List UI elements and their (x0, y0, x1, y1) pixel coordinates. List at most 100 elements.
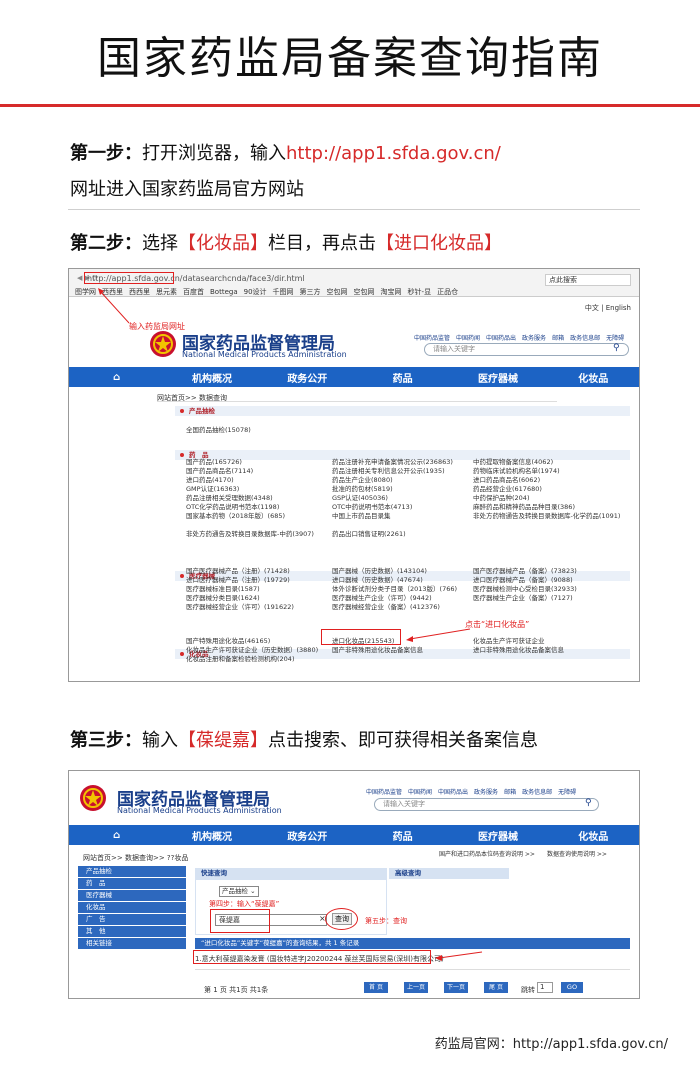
sampling-item[interactable]: 全国药品抽检(15078) (186, 426, 251, 435)
bookmark-item[interactable]: 第三方 (300, 288, 321, 296)
database-link[interactable]: 药品生产企业(8080) (332, 476, 453, 485)
nav-item[interactable]: 医疗器械 (450, 370, 545, 385)
database-link[interactable]: 药品经营企业(617680) (473, 485, 620, 494)
browser-search[interactable]: 点此搜索 (545, 274, 631, 286)
header-link[interactable]: 政务服务 (474, 789, 498, 796)
sub-links[interactable]: 国产和进口药品本位码查询说明 >> 数据查询使用说明 >> (439, 849, 607, 858)
database-link[interactable]: 医疗器械生产企业（许可）(9442) (332, 594, 457, 603)
nav-item[interactable]: 政务公开 (260, 370, 355, 385)
database-link[interactable]: 进口医疗器械产品（备案）(9088) (473, 576, 577, 585)
bookmark-item[interactable]: 秒针-显 (408, 288, 432, 296)
lang-switch[interactable]: 中文 | English (585, 303, 631, 313)
database-link[interactable]: 批准的药包材(5819) (332, 485, 453, 494)
database-link[interactable]: 进口医疗器械产品（注册）(19729) (186, 576, 294, 585)
pager-button[interactable]: 尾 页 (484, 982, 508, 993)
nav-item[interactable]: 药品 (355, 828, 450, 843)
sidebar-item[interactable]: 广 告 (78, 914, 186, 925)
database-link[interactable]: 中药提取物备案信息(4062) (473, 458, 620, 467)
database-link[interactable]: 进口非特殊用途化妆品备案信息 (473, 646, 564, 655)
database-link[interactable]: 医疗器械生产企业（备案）(7127) (473, 594, 577, 603)
bookmark-item[interactable]: 空包网 (327, 288, 348, 296)
search-icon[interactable]: ⚲ (585, 798, 592, 808)
database-link[interactable]: 药品注册相关专利信息公开公示(1935) (332, 467, 453, 476)
search-icon[interactable]: ⚲ (613, 343, 620, 353)
database-link[interactable]: OTC化学药品说明书范本(1198) (186, 503, 314, 512)
step1-url[interactable]: http://app1.sfda.gov.cn/ (286, 143, 501, 164)
category-select[interactable]: 产品抽检 ⌄ (219, 886, 259, 897)
bookmark-item[interactable]: Bottega (210, 288, 238, 296)
database-link[interactable]: 国产特殊用途化妆品(46165) (186, 637, 318, 646)
database-link[interactable]: 化妆品注册和备案检验检测机构(204) (186, 655, 318, 664)
database-link[interactable]: 体外诊断试剂分类子目录（2013版）(766) (332, 585, 457, 594)
database-link[interactable]: 国产器械（历史数据）(143104) (332, 567, 457, 576)
database-link[interactable]: 药品注册相关受理数据(4348) (186, 494, 314, 503)
database-link[interactable]: 化妆品生产许可获证企业（历史数据）(3880) (186, 646, 318, 655)
database-link[interactable]: 国产医疗器械产品（备案）(73823) (473, 567, 577, 576)
database-link[interactable]: 药品注册补充申请备案情况公示(236863) (332, 458, 453, 467)
header-link[interactable]: 中国药品监管 (366, 789, 402, 796)
database-link[interactable]: 药物临床试验机构名单(1974) (473, 467, 620, 476)
header-link[interactable]: 中国药闻 (408, 789, 432, 796)
nav-item[interactable]: 化妆品 (546, 828, 639, 843)
sidebar-item[interactable]: 相关链接 (78, 938, 186, 949)
nav-item[interactable]: 药品 (355, 370, 450, 385)
database-link[interactable]: 医疗器械分类目录(1624) (186, 594, 294, 603)
header-link[interactable]: 邮箱 (552, 335, 564, 342)
header-link[interactable]: 邮箱 (504, 789, 516, 796)
header-link[interactable]: 无障碍 (558, 789, 576, 796)
sidebar-item[interactable]: 化妆品 (78, 902, 186, 913)
database-link[interactable]: 医疗器械检测中心受检目录(32933) (473, 585, 577, 594)
header-link[interactable]: 政务信息邮 (570, 335, 600, 342)
database-link[interactable]: GMP认证(16363) (186, 485, 314, 494)
database-link[interactable]: 国家基本药物（2018年版）(685) (186, 512, 314, 521)
database-link[interactable]: 进口药品商品名(6062) (473, 476, 620, 485)
jump-input[interactable]: 1 (537, 982, 553, 993)
database-link[interactable]: 国产非特殊用途化妆品备案信息 (332, 646, 423, 655)
header-link[interactable]: 中国药品监管 (414, 335, 450, 342)
nav-item[interactable]: 医疗器械 (450, 828, 545, 843)
database-link[interactable]: 麻醉药品和精神药品品种目录(386) (473, 503, 620, 512)
database-link[interactable]: 国产医疗器械产品（注册）(71428) (186, 567, 294, 576)
nav-item[interactable]: 政务公开 (260, 828, 355, 843)
sidebar-item[interactable]: 医疗器械 (78, 890, 186, 901)
database-link[interactable]: 药品出口销售证明(2261) (332, 530, 453, 539)
database-link[interactable]: 非处方药物通告及转换目录数据库-化学药品(1091) (473, 512, 620, 521)
database-link[interactable]: 医疗器械经营企业（备案）(412376) (332, 603, 457, 612)
database-link[interactable]: 进口药品(4170) (186, 476, 314, 485)
database-link[interactable]: 进口器械（历史数据）(47674) (332, 576, 457, 585)
database-link[interactable]: 化妆品生产许可获证企业 (473, 637, 564, 646)
bookmark-item[interactable]: 千图网 (273, 288, 294, 296)
database-link[interactable]: 非处方药通告及转换目录数据库-中药(3907) (186, 530, 314, 539)
home-icon[interactable]: ⌂ (69, 830, 164, 841)
nav-item[interactable]: 机构概况 (164, 828, 259, 843)
database-link[interactable]: OTC中药说明书范本(4713) (332, 503, 453, 512)
bookmark-item[interactable]: 淘宝网 (381, 288, 402, 296)
bookmark-item[interactable]: 空包网 (354, 288, 375, 296)
nav-item[interactable]: 机构概况 (164, 370, 259, 385)
home-icon[interactable]: ⌂ (69, 372, 164, 383)
pager-button[interactable]: 首 页 (364, 982, 388, 993)
database-link[interactable]: 中药保护品种(204) (473, 494, 620, 503)
sidebar-item[interactable]: 产品抽检 (78, 866, 186, 877)
database-link[interactable]: 医疗器械标准目录(1587) (186, 585, 294, 594)
database-link[interactable]: 医疗器械经营企业（许可）(191622) (186, 603, 294, 612)
sidebar-item[interactable]: 药 品 (78, 878, 186, 889)
pager-button[interactable]: 上一页 (404, 982, 428, 993)
header-link[interactable]: 政务服务 (522, 335, 546, 342)
bookmark-item[interactable]: 正品仓 (437, 288, 458, 296)
database-link[interactable]: 国产药品(165726) (186, 458, 314, 467)
site-search-input[interactable]: 请输入关键字 (374, 798, 599, 811)
bookmark-item[interactable]: 思元素 (156, 288, 177, 296)
header-link[interactable]: 政务信息邮 (522, 789, 552, 796)
header-link[interactable]: 中国药品出 (438, 789, 468, 796)
header-link[interactable]: 中国药品出 (486, 335, 516, 342)
database-link[interactable]: 中国上市药品目录集 (332, 512, 453, 521)
site-search-input[interactable]: 请输入关键字 (424, 343, 629, 356)
pager-button[interactable]: 下一页 (444, 982, 468, 993)
sidebar-item[interactable]: 其 他 (78, 926, 186, 937)
header-link[interactable]: 无障碍 (606, 335, 624, 342)
go-button[interactable]: GO (561, 982, 583, 993)
header-link[interactable]: 中国药闻 (456, 335, 480, 342)
advanced-search-header[interactable]: 高级查询 (389, 868, 509, 879)
nav-item[interactable]: 化妆品 (546, 370, 639, 385)
